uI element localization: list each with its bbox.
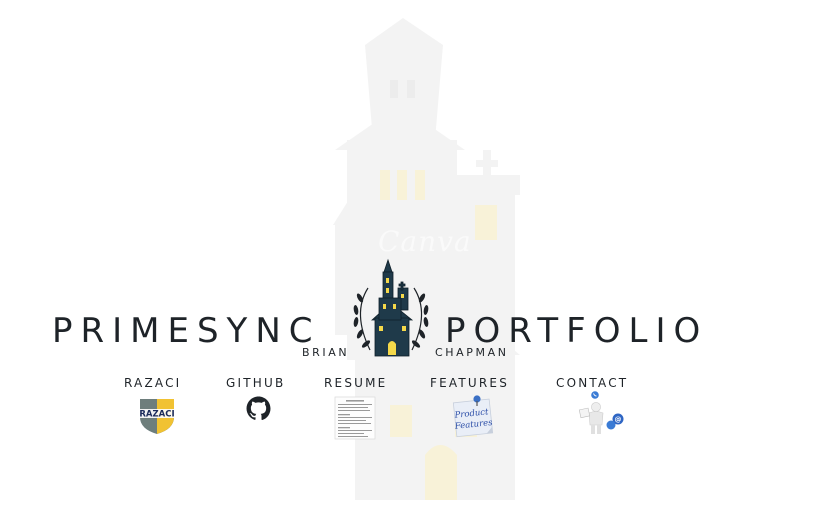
svg-text:@: @ — [615, 416, 622, 424]
brand-title-right: PORTFOLIO — [445, 311, 709, 351]
owner-last-name: CHAPMAN — [435, 346, 509, 359]
canva-watermark: Canva — [378, 225, 472, 258]
razaci-shield-icon[interactable]: RAZACI — [134, 395, 180, 435]
razaci-badge-text: RAZACI — [139, 410, 174, 420]
nav-link-features[interactable]: FEATURES — [430, 376, 509, 390]
haunted-house-laurel-logo — [353, 258, 429, 357]
brand-title-left: PRIMESYNC — [52, 311, 321, 351]
resume-document-icon[interactable] — [334, 396, 376, 440]
contact-person-icon[interactable]: @ — [576, 390, 626, 436]
nav-link-github[interactable]: GITHUB — [226, 376, 285, 390]
nav-link-razaci[interactable]: RAZACI — [124, 376, 181, 390]
landing-page: Canva PRIMESYNC PORTFOLIO BRIAN CHAPMAN … — [0, 0, 815, 531]
nav-link-resume[interactable]: RESUME — [324, 376, 387, 390]
nav-link-contact[interactable]: CONTACT — [556, 376, 628, 390]
github-icon[interactable] — [246, 396, 271, 421]
product-features-note-icon[interactable]: Product Features — [450, 394, 494, 440]
owner-first-name: BRIAN — [302, 346, 350, 359]
